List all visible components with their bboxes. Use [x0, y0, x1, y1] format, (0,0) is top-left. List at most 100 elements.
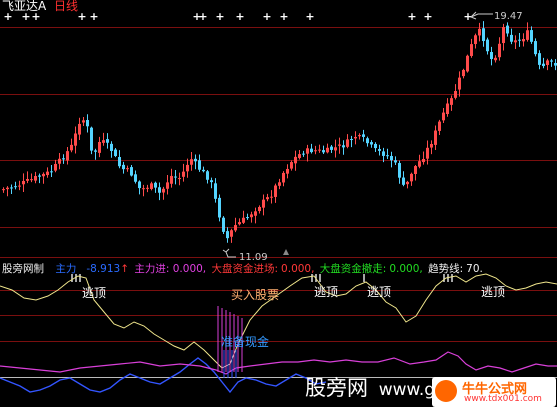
candle-body — [298, 154, 301, 158]
candle-body — [106, 139, 109, 143]
stock-chart[interactable]: + + + + + ++ + + + + + + + + — [0, 0, 557, 407]
candle-body — [506, 25, 509, 34]
candle-body — [498, 43, 501, 58]
candle-body — [150, 183, 153, 189]
candle-body — [206, 171, 209, 180]
candle-body — [198, 160, 201, 170]
candle-body — [118, 157, 121, 167]
candle-body — [494, 57, 497, 61]
candle-body — [14, 186, 17, 188]
candle-body — [110, 143, 113, 151]
main-in-label: 主力进: — [134, 263, 170, 275]
candle-body — [46, 171, 49, 176]
fund-line — [0, 351, 557, 375]
candle-body — [486, 39, 489, 52]
candle-body — [94, 150, 97, 152]
candle-body — [454, 91, 457, 98]
candle-body — [366, 138, 369, 144]
up-arrow-icon: ↑ — [120, 263, 130, 275]
candle-body — [398, 163, 401, 178]
main-force-value: -8.913 — [86, 263, 121, 275]
plus-mark: + — [262, 10, 271, 23]
candle-body — [302, 153, 305, 155]
market-out-value: 0.000, — [389, 263, 423, 275]
candle-body — [146, 187, 149, 189]
plus-mark: + — [235, 10, 244, 23]
logo-icon — [435, 380, 457, 402]
candle-body — [6, 187, 9, 190]
candle-body — [254, 211, 257, 216]
candle-body — [90, 127, 93, 151]
candle-body — [154, 182, 157, 188]
candle-body — [538, 53, 541, 65]
flee-top-label-4: 逃顶 — [481, 285, 506, 299]
candle-body — [310, 148, 313, 153]
candle-body — [510, 34, 513, 42]
candle-body — [98, 141, 101, 153]
market-out-label: 大盘资金撤走: — [319, 263, 387, 275]
trend-label: 趋势线: — [428, 263, 464, 275]
candle-body — [210, 180, 213, 183]
candle-body — [422, 158, 425, 163]
candle-body — [482, 28, 485, 42]
plus-mark: + — [423, 10, 432, 23]
candle-body — [130, 167, 133, 176]
candle-body — [318, 149, 321, 151]
candle-body — [294, 156, 297, 164]
candle-body — [174, 176, 177, 178]
logo-url: www.tdx001.com — [464, 394, 542, 404]
period-label[interactable]: 日线 — [54, 0, 78, 13]
candle-body — [490, 52, 493, 60]
plus-mark: + — [198, 10, 207, 23]
candle-body — [2, 189, 5, 191]
candle-body — [102, 140, 105, 143]
candle-body — [86, 120, 89, 127]
candle-body — [438, 121, 441, 131]
site-url-partial: www.g — [378, 380, 436, 400]
candle-body — [166, 182, 169, 189]
candle-body — [70, 144, 73, 151]
plus-mark: + — [89, 10, 98, 23]
candle-body — [58, 158, 61, 164]
candle-body — [282, 172, 285, 183]
candle-body — [286, 168, 289, 174]
candle-body — [134, 174, 137, 182]
candle-body — [382, 151, 385, 156]
high-price-label: 19.47 — [494, 11, 523, 22]
prepare-cash-label: 准备现金 — [221, 335, 270, 349]
logo-badge: 牛牛公式网 www.tdx001.com — [432, 377, 556, 407]
candle-body — [246, 217, 249, 219]
candle-body — [386, 155, 389, 157]
indicator-name[interactable]: 股旁网制 — [2, 263, 44, 275]
site-name: 股旁网 — [305, 376, 368, 400]
candle-body — [74, 133, 77, 146]
candle-body — [82, 120, 85, 123]
candle-body — [458, 77, 461, 90]
candle-body — [50, 171, 53, 173]
market-in-value: 0.000, — [281, 263, 315, 275]
candle-body — [378, 149, 381, 151]
candle-body — [78, 123, 81, 135]
candle-body — [462, 69, 465, 77]
candle-body — [34, 176, 37, 181]
plus-mark: + — [407, 10, 416, 23]
candle-body — [194, 158, 197, 162]
candle-body — [226, 231, 229, 239]
candle-body — [434, 130, 437, 145]
candle-body — [450, 98, 453, 105]
candle-body — [250, 214, 253, 218]
plus-mark: + — [305, 10, 314, 23]
candle-body — [30, 179, 33, 181]
candle-body — [190, 159, 193, 165]
candle-body — [142, 188, 145, 190]
signal-marks: + + + + + ++ + + + + + + + + — [3, 10, 473, 282]
candle-body — [214, 183, 217, 199]
candle-body — [442, 112, 445, 121]
stock-name: 飞亚达A — [2, 0, 47, 13]
candle-body — [54, 163, 57, 171]
candle-body — [534, 41, 537, 55]
candle-body — [22, 180, 25, 185]
candle-body — [290, 162, 293, 169]
candle-body — [18, 185, 21, 187]
candle-body — [410, 173, 413, 182]
